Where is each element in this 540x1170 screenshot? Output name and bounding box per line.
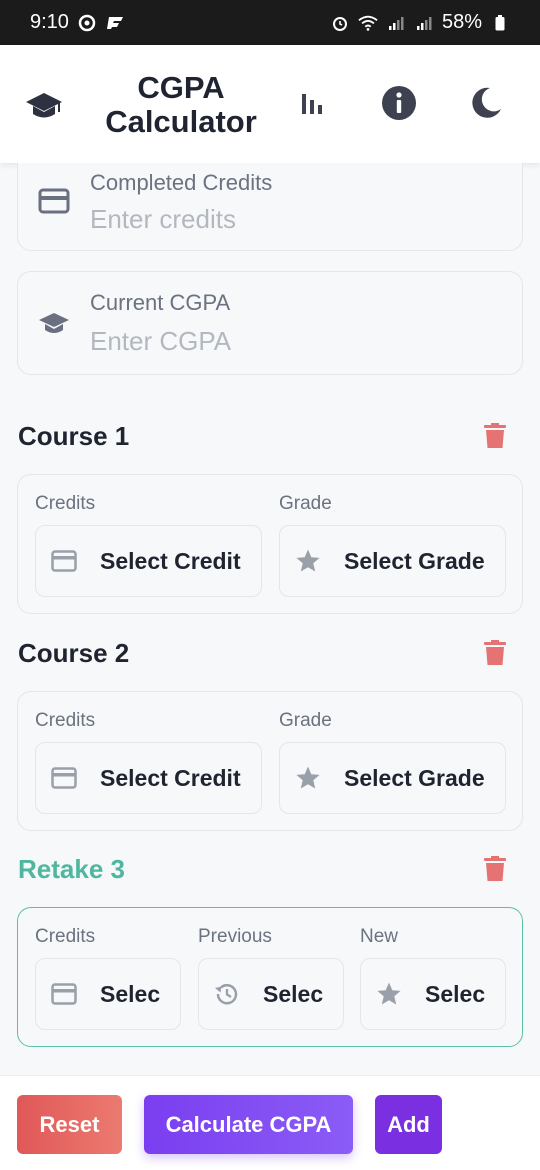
completed-credits-field[interactable]: Completed Credits Enter credits	[17, 163, 523, 251]
signal-icon-2	[414, 13, 434, 33]
main-content[interactable]: Completed Credits Enter credits Current …	[0, 163, 540, 1075]
previous-grade-select[interactable]: Selec	[198, 958, 344, 1030]
credit-select[interactable]: Select Credit	[35, 525, 262, 597]
status-bar: 9:10 58%	[0, 0, 540, 45]
grade-select-value: Select Grade	[344, 547, 485, 574]
app-header: CGPA Calculator	[0, 45, 540, 163]
credits-label: Credits	[35, 493, 96, 514]
info-icon	[380, 84, 418, 127]
theme-toggle-button[interactable]	[466, 85, 506, 125]
course-title: Course 1	[18, 421, 130, 451]
reset-button[interactable]: Reset	[17, 1095, 122, 1154]
moon-icon	[468, 85, 504, 126]
credit-card-icon	[38, 185, 70, 217]
credit-select-value: Select Credit	[100, 764, 241, 791]
wifi-icon	[358, 13, 378, 33]
credit-card-icon	[50, 547, 78, 575]
settings-status-icon	[77, 13, 97, 33]
previous-grade-label: Previous	[198, 926, 272, 947]
new-grade-value: Selec	[425, 980, 486, 1007]
battery-icon	[490, 13, 510, 33]
new-grade-select[interactable]: Selec	[360, 958, 506, 1030]
grade-select[interactable]: Select Grade	[279, 742, 506, 814]
previous-grade-value: Selec	[263, 980, 324, 1007]
trash-icon	[484, 856, 506, 881]
star-icon	[375, 980, 403, 1008]
current-cgpa-input[interactable]: Enter CGPA	[90, 326, 231, 357]
current-cgpa-label: Current CGPA	[90, 290, 231, 315]
retake-credit-select[interactable]: Selec	[35, 958, 181, 1030]
app-status-icon	[105, 13, 125, 33]
graduation-cap-icon	[24, 85, 64, 125]
calculate-cgpa-button[interactable]: Calculate CGPA	[144, 1095, 353, 1154]
credit-card-icon	[50, 764, 78, 792]
delete-course-button[interactable]	[484, 640, 508, 668]
stats-button[interactable]	[292, 85, 332, 125]
add-button[interactable]: Add	[375, 1095, 442, 1154]
alarm-icon	[330, 13, 350, 33]
graduation-cap-icon	[38, 308, 70, 340]
history-icon	[213, 980, 241, 1008]
course-card: Credits Grade Select Credit Select Grade	[17, 691, 523, 831]
bottom-action-bar: Reset Calculate CGPA Add	[0, 1075, 540, 1170]
trash-icon	[484, 640, 506, 665]
credits-label: Credits	[35, 926, 96, 947]
current-cgpa-field[interactable]: Current CGPA Enter CGPA	[17, 271, 523, 375]
grade-label: Grade	[279, 493, 332, 514]
grade-select-value: Select Grade	[344, 764, 485, 791]
new-grade-label: New	[360, 926, 399, 947]
credit-select[interactable]: Select Credit	[35, 742, 262, 814]
retake-title: Retake 3	[18, 854, 125, 884]
retake-card: Credits Previous New Selec Selec Selec	[17, 907, 523, 1047]
info-button[interactable]	[379, 85, 419, 125]
course-card: Credits Grade Select Credit Select Grade	[17, 474, 523, 614]
credits-label: Credits	[35, 710, 96, 731]
credit-select-value: Select Credit	[100, 547, 241, 574]
retake-credit-value: Selec	[100, 980, 161, 1007]
grade-select[interactable]: Select Grade	[279, 525, 506, 597]
status-time: 9:10	[30, 11, 69, 33]
completed-credits-label: Completed Credits	[90, 170, 273, 195]
app-title: CGPA Calculator	[105, 70, 257, 139]
credit-card-icon	[50, 980, 78, 1008]
delete-retake-button[interactable]	[484, 856, 508, 884]
course-title: Course 2	[18, 638, 130, 668]
grade-label: Grade	[279, 710, 332, 731]
trash-icon	[484, 423, 506, 448]
signal-icon-1	[386, 13, 406, 33]
star-icon	[294, 764, 322, 792]
completed-credits-input[interactable]: Enter credits	[90, 204, 236, 235]
battery-percent: 58%	[441, 11, 482, 33]
star-icon	[294, 547, 322, 575]
delete-course-button[interactable]	[484, 423, 508, 451]
bar-chart-icon	[297, 88, 327, 123]
